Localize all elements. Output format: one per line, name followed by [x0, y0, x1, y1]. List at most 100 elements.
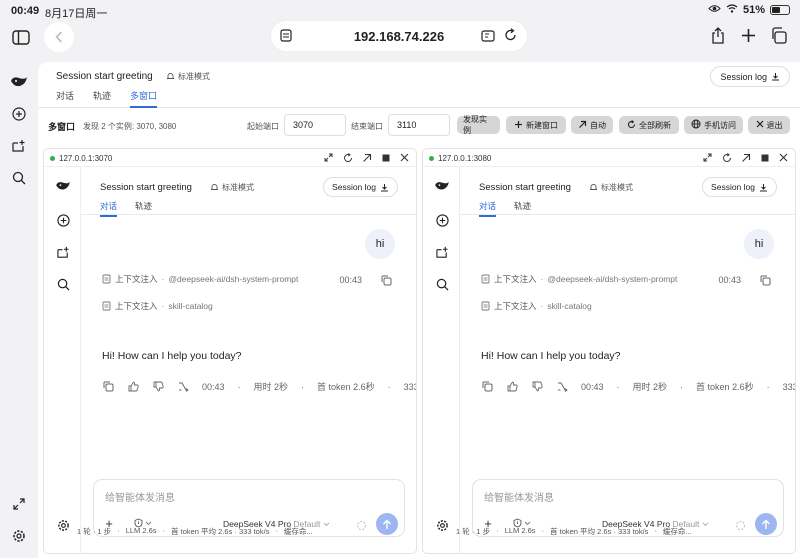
- settings-gear-icon[interactable]: [55, 517, 71, 533]
- pane-footer: 1 轮 · 1 步 · LLM 2.6s · 首 token 平均 2.6s · 3…: [456, 526, 692, 536]
- pane-header: Session start greeting 标准模式 对话 轨迹 Sessio…: [81, 167, 416, 215]
- stop-icon[interactable]: [380, 152, 391, 163]
- whale-logo-icon[interactable]: [434, 178, 450, 194]
- tab-chat[interactable]: 对话: [479, 200, 496, 217]
- sidebar-toggle-icon[interactable]: [8, 24, 34, 50]
- online-status-dot: [429, 156, 434, 161]
- message-input[interactable]: 给智能体发消息: [484, 489, 554, 504]
- mobile-access-button[interactable]: 手机访问: [684, 116, 743, 134]
- expand-icon[interactable]: [323, 152, 334, 163]
- whale-logo-icon[interactable]: [55, 178, 71, 194]
- add-folder-icon[interactable]: [55, 244, 71, 260]
- token-rate: 333: [403, 381, 416, 392]
- tab-multiwindow[interactable]: 多窗口: [130, 89, 157, 108]
- document-icon: [102, 274, 111, 284]
- new-chat-icon[interactable]: [9, 104, 29, 124]
- copy-icon[interactable]: [381, 273, 392, 291]
- translate-icon[interactable]: [481, 29, 495, 47]
- multiwindow-toolbar: 多窗口 发现 2 个实例: 3070, 3080 起始端口 3070 结束端口 …: [38, 110, 800, 138]
- context-injection-row[interactable]: 上下文注入 · @deepseek-ai/dsh-system-prompt: [102, 273, 298, 285]
- reload-icon[interactable]: [721, 152, 732, 163]
- thumbs-down-icon[interactable]: [152, 381, 164, 393]
- end-port-input[interactable]: 3110: [388, 114, 450, 136]
- context-injection-row[interactable]: 上下文注入 · skill-catalog: [481, 300, 592, 312]
- settings-gear-icon[interactable]: [9, 526, 29, 546]
- refresh-all-button[interactable]: 全部刷新: [619, 116, 679, 134]
- copy-icon[interactable]: [760, 273, 771, 291]
- refresh-icon: [627, 119, 636, 131]
- chevron-down-icon: [524, 521, 531, 525]
- new-chat-icon[interactable]: [55, 212, 71, 228]
- pane-url-text: 127.0.0.1:3080: [438, 154, 492, 163]
- response-duration: 用时 2秒: [253, 382, 289, 392]
- context-label: 上下文注入: [494, 274, 537, 284]
- close-icon[interactable]: [399, 152, 410, 163]
- search-icon[interactable]: [9, 168, 29, 188]
- mode-tag[interactable]: 标准模式: [166, 71, 210, 82]
- tab-trace[interactable]: 轨迹: [514, 200, 531, 217]
- search-icon[interactable]: [434, 276, 450, 292]
- address-bar[interactable]: 192.168.74.226: [271, 21, 527, 51]
- context-injection-row[interactable]: 上下文注入 · @deepseek-ai/dsh-system-prompt: [481, 273, 677, 285]
- search-icon[interactable]: [55, 276, 71, 292]
- thumbs-up-icon[interactable]: [506, 381, 518, 393]
- tab-chat[interactable]: 对话: [100, 200, 117, 217]
- open-external-icon[interactable]: [740, 152, 751, 163]
- back-button[interactable]: [44, 22, 74, 52]
- reload-icon[interactable]: [342, 152, 353, 163]
- footer-llm-time: LLM 2.6s: [125, 526, 157, 535]
- auto-button[interactable]: 自动: [571, 116, 613, 134]
- tab-trace[interactable]: 轨迹: [135, 200, 152, 217]
- stop-icon[interactable]: [759, 152, 770, 163]
- branch-icon[interactable]: [177, 381, 189, 393]
- send-button[interactable]: [755, 513, 777, 535]
- new-window-button[interactable]: 新建窗口: [506, 116, 566, 134]
- context-item: skill-catalog: [547, 301, 592, 311]
- copy-icon[interactable]: [102, 381, 114, 393]
- page-tabs: 对话 轨迹 多窗口: [56, 89, 157, 108]
- add-folder-icon[interactable]: [434, 244, 450, 260]
- new-tab-icon[interactable]: [741, 28, 756, 48]
- session-log-button[interactable]: Session log: [323, 177, 398, 197]
- whale-logo-icon[interactable]: [9, 72, 29, 92]
- status-bar: 00:49 8月17日周一 51%: [0, 0, 800, 22]
- message-actions: 00:43 · 用时 2秒 · 首 token 2.6秒 · 333: [102, 380, 416, 393]
- instance-pane: 127.0.0.1:3080 Session start greeting 标准…: [422, 148, 796, 554]
- tab-trace[interactable]: 轨迹: [93, 89, 111, 108]
- share-icon[interactable]: [711, 27, 725, 49]
- thumbs-down-icon[interactable]: [531, 381, 543, 393]
- session-title: Session start greeting: [56, 71, 153, 82]
- context-injection-row[interactable]: 上下文注入 · skill-catalog: [102, 300, 213, 312]
- branch-icon[interactable]: [556, 381, 568, 393]
- expand-icon[interactable]: [9, 494, 29, 514]
- send-button[interactable]: [376, 513, 398, 535]
- add-folder-icon[interactable]: [9, 136, 29, 156]
- battery-icon: [770, 5, 790, 15]
- status-date: 8月17日周一: [45, 8, 108, 20]
- close-icon[interactable]: [778, 152, 789, 163]
- close-icon: [756, 120, 764, 130]
- exit-button[interactable]: 退出: [748, 116, 790, 134]
- expand-icon[interactable]: [702, 152, 713, 163]
- start-port-input[interactable]: 3070: [284, 114, 346, 136]
- new-window-label: 新建窗口: [526, 120, 558, 130]
- pane-mode-tag[interactable]: 标准模式: [589, 182, 633, 193]
- thumbs-up-icon[interactable]: [127, 381, 139, 393]
- discover-label: 发现实例: [463, 115, 487, 135]
- reload-icon[interactable]: [504, 28, 517, 47]
- first-token-time: 首 token 2.6秒: [317, 382, 375, 392]
- session-log-button[interactable]: Session log: [710, 66, 790, 87]
- tabs-overview-icon[interactable]: [770, 27, 787, 49]
- token-rate: 333: [782, 381, 795, 392]
- settings-gear-icon[interactable]: [434, 517, 450, 533]
- tab-chat[interactable]: 对话: [56, 89, 74, 108]
- user-message-bubble: hi: [365, 229, 395, 259]
- copy-icon[interactable]: [481, 381, 493, 393]
- new-chat-icon[interactable]: [434, 212, 450, 228]
- message-input[interactable]: 给智能体发消息: [105, 489, 175, 504]
- discover-button[interactable]: 发现实例: [457, 115, 500, 135]
- session-log-button[interactable]: Session log: [702, 177, 777, 197]
- pane-mode-tag[interactable]: 标准模式: [210, 182, 254, 193]
- open-external-icon[interactable]: [361, 152, 372, 163]
- online-status-dot: [50, 156, 55, 161]
